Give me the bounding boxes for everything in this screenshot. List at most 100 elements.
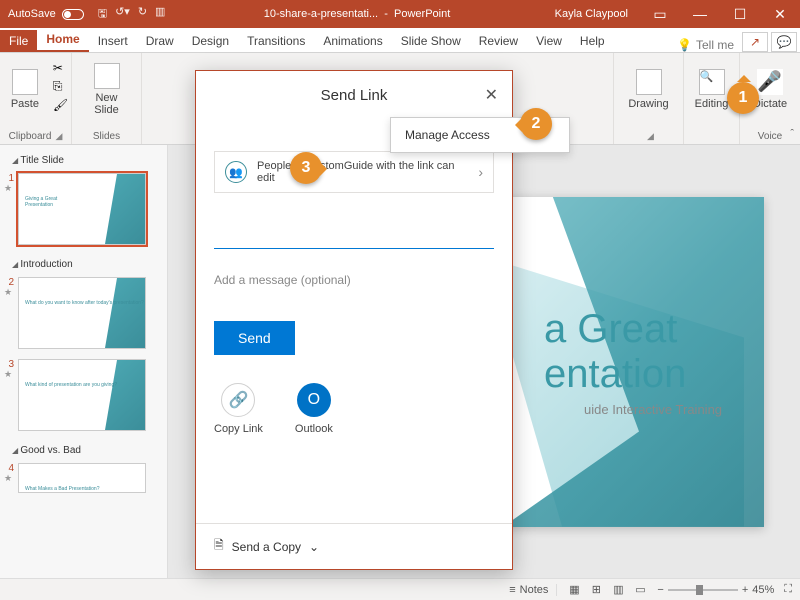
sorter-view-icon[interactable]: ⊞: [585, 583, 607, 596]
thumb-text: Giving a Great Presentation: [25, 196, 57, 208]
outlook-icon: O: [297, 383, 331, 417]
reading-view-icon[interactable]: ▥: [607, 583, 629, 596]
undo-icon[interactable]: ↺▾: [115, 5, 130, 24]
zoom-in-icon[interactable]: +: [742, 584, 748, 596]
dialog-title: Send Link: [321, 87, 388, 104]
notes-button[interactable]: ≡ Notes: [509, 584, 557, 596]
user-name[interactable]: Kayla Claypool: [543, 8, 640, 20]
microphone-icon: 🎤: [757, 69, 783, 95]
close-icon[interactable]: ✕: [760, 6, 800, 23]
tab-slideshow[interactable]: Slide Show: [392, 30, 470, 52]
quick-access-toolbar: 🖫 ↺▾ ↻ ▥: [92, 5, 172, 24]
tab-view[interactable]: View: [527, 30, 571, 52]
copy-icon[interactable]: ⎘: [53, 79, 68, 94]
send-link-dialog: Send Link ✕ ⋯ Manage Access 👥 People in …: [195, 70, 513, 570]
section-good-vs-bad[interactable]: Good vs. Bad: [4, 441, 163, 460]
slide-thumbnails-panel[interactable]: Title Slide 1★ Giving a Great Presentati…: [0, 145, 168, 578]
tab-insert[interactable]: Insert: [89, 30, 137, 52]
start-slideshow-icon[interactable]: ▥: [155, 5, 165, 24]
format-painter-icon[interactable]: 🖌: [53, 98, 68, 112]
slide-title-text[interactable]: a Great entation: [544, 307, 686, 397]
notes-icon: ≡: [509, 584, 515, 596]
tab-file[interactable]: File: [0, 30, 37, 52]
callout-2: 2: [520, 108, 552, 140]
animation-star-icon: ★: [4, 474, 14, 482]
slide-thumbnail-2[interactable]: What do you want to know after today's p…: [18, 277, 146, 349]
drawing-button[interactable]: Drawing: [627, 57, 671, 121]
ribbon-options-icon[interactable]: ▭: [640, 6, 680, 23]
zoom-out-icon[interactable]: −: [657, 584, 663, 596]
voice-group-label: Voice: [758, 131, 782, 142]
redo-icon[interactable]: ↻: [138, 5, 147, 24]
tab-review[interactable]: Review: [470, 30, 527, 52]
close-icon[interactable]: ✕: [485, 85, 498, 105]
tab-draw[interactable]: Draw: [137, 30, 183, 52]
recipients-input[interactable]: [214, 225, 494, 249]
cut-icon[interactable]: ✂: [53, 61, 68, 75]
tab-design[interactable]: Design: [183, 30, 238, 52]
clipboard-icon: [12, 69, 38, 95]
outlook-label: Outlook: [295, 423, 333, 435]
tab-animations[interactable]: Animations: [314, 30, 391, 52]
slideshow-view-icon[interactable]: ▭: [629, 583, 651, 596]
slide-thumbnail-3[interactable]: What kind of presentation are you giving…: [18, 359, 146, 431]
notes-label: Notes: [520, 584, 549, 596]
maximize-icon[interactable]: ☐: [720, 6, 760, 23]
thumb-text: What kind of presentation are you giving…: [25, 382, 117, 388]
permission-text: People in CustomGuide with the link can …: [257, 160, 468, 184]
slides-group-label: Slides: [93, 131, 120, 142]
drawing-label: Drawing: [628, 98, 668, 110]
animation-star-icon: ★: [4, 288, 14, 296]
autosave-toggle[interactable]: [62, 9, 84, 20]
zoom-slider[interactable]: [668, 589, 738, 591]
status-bar: ≡ Notes ▦ ⊞ ▥ ▭ − + 45% ⛶: [0, 578, 800, 600]
find-icon: 🔍: [699, 69, 725, 95]
shapes-icon: [636, 69, 662, 95]
send-a-copy-button[interactable]: 🗎 Send a Copy ⌄: [196, 523, 512, 569]
send-copy-label: Send a Copy: [232, 540, 301, 554]
chevron-down-icon: ⌄: [309, 540, 319, 554]
normal-view-icon[interactable]: ▦: [563, 583, 585, 596]
people-icon: 👥: [225, 161, 247, 183]
copy-link-button[interactable]: 🔗 Copy Link: [214, 383, 263, 435]
tab-transitions[interactable]: Transitions: [238, 30, 314, 52]
clipboard-group-label: Clipboard: [9, 131, 52, 142]
fit-to-window-icon[interactable]: ⛶: [784, 583, 792, 596]
thumb-text: What do you want to know after today's p…: [25, 300, 144, 306]
outlook-button[interactable]: O Outlook: [295, 383, 333, 435]
slide-thumbnail-4[interactable]: What Makes a Bad Presentation?: [18, 463, 146, 493]
animation-star-icon: ★: [4, 370, 14, 378]
section-title-slide[interactable]: Title Slide: [4, 151, 163, 170]
editing-button[interactable]: 🔍 Editing: [690, 57, 734, 121]
slide-thumbnail-1[interactable]: Giving a Great Presentation: [18, 173, 146, 245]
comments-button[interactable]: 💬: [771, 32, 797, 52]
new-slide-button[interactable]: New Slide: [85, 57, 129, 121]
chevron-right-icon: ›: [478, 164, 483, 180]
tab-help[interactable]: Help: [571, 30, 614, 52]
manage-access-label: Manage Access: [405, 128, 490, 142]
minimize-icon[interactable]: —: [680, 6, 720, 23]
editing-label: Editing: [695, 98, 729, 110]
tell-me-label: Tell me: [696, 38, 734, 52]
collapse-ribbon-icon[interactable]: ˆ: [790, 128, 794, 140]
drawing-launcher-icon[interactable]: ◢: [647, 131, 654, 141]
section-introduction[interactable]: Introduction: [4, 255, 163, 274]
link-icon: 🔗: [221, 383, 255, 417]
tell-me[interactable]: 💡 Tell me: [669, 38, 742, 52]
zoom-value[interactable]: 45%: [752, 584, 774, 596]
clipboard-launcher-icon[interactable]: ◢: [55, 131, 62, 141]
paste-button[interactable]: Paste: [3, 57, 47, 121]
message-input[interactable]: Add a message (optional): [214, 273, 494, 287]
send-button[interactable]: Send: [214, 321, 295, 355]
document-title: 10-share-a-presentati...: [264, 8, 378, 20]
autosave-label: AutoSave: [8, 8, 56, 20]
new-slide-icon: [94, 63, 120, 89]
share-button[interactable]: ↗: [742, 32, 768, 52]
save-icon[interactable]: 🖫: [98, 5, 107, 24]
animation-star-icon: ★: [4, 184, 14, 192]
tab-home[interactable]: Home: [37, 28, 88, 52]
link-permissions-button[interactable]: 👥 People in CustomGuide with the link ca…: [214, 151, 494, 193]
lightbulb-icon: 💡: [677, 38, 692, 52]
paste-label: Paste: [11, 98, 39, 110]
slide-subtitle-text[interactable]: uide Interactive Training: [584, 402, 722, 417]
